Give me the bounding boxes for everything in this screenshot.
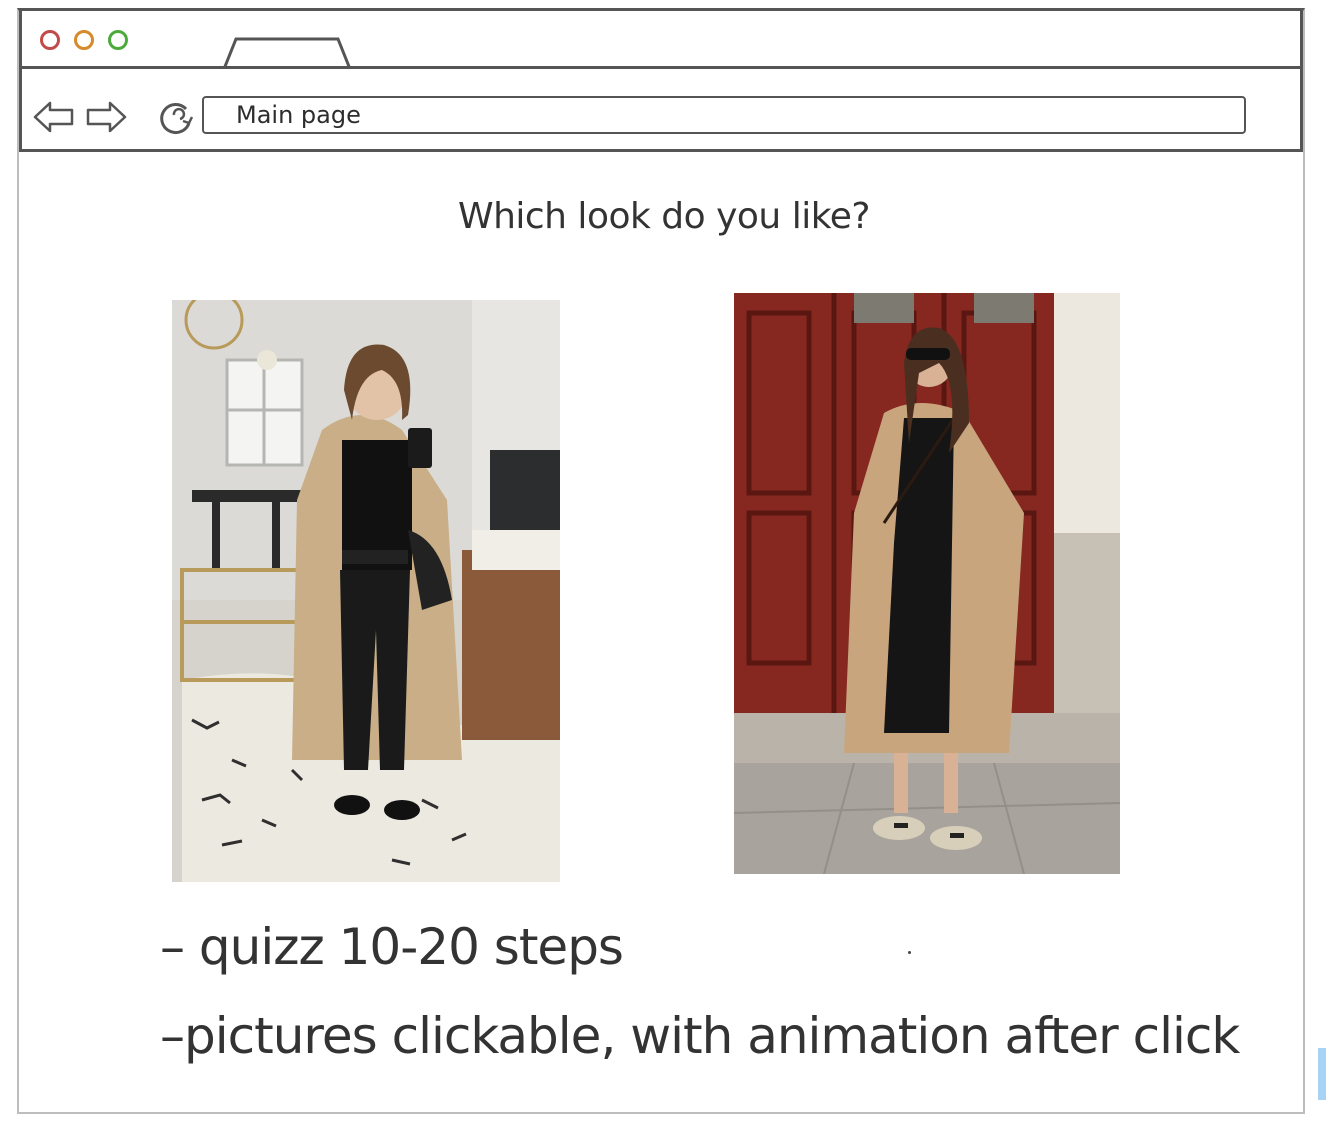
maximize-window-button[interactable] <box>108 30 128 50</box>
address-bar: Main page <box>19 69 1303 152</box>
forward-arrow-icon[interactable] <box>84 99 128 135</box>
note-quiz-steps: – quizz 10-20 steps <box>160 918 624 976</box>
reload-icon[interactable] <box>156 99 196 135</box>
close-window-button[interactable] <box>40 30 60 50</box>
note-clickable-pictures: –pictures clickable, with animation afte… <box>160 1007 1240 1065</box>
minimize-window-button[interactable] <box>74 30 94 50</box>
stray-mark <box>908 951 911 954</box>
quiz-question: Which look do you like? <box>457 196 871 237</box>
look-option-1-image[interactable] <box>172 300 560 882</box>
scrollbar-handle[interactable] <box>1318 1048 1326 1100</box>
title-bar <box>19 11 1303 69</box>
url-field[interactable]: Main page <box>202 96 1246 134</box>
look-option-2-image[interactable] <box>734 293 1120 874</box>
back-arrow-icon[interactable] <box>32 99 76 135</box>
browser-tab[interactable] <box>222 35 352 69</box>
